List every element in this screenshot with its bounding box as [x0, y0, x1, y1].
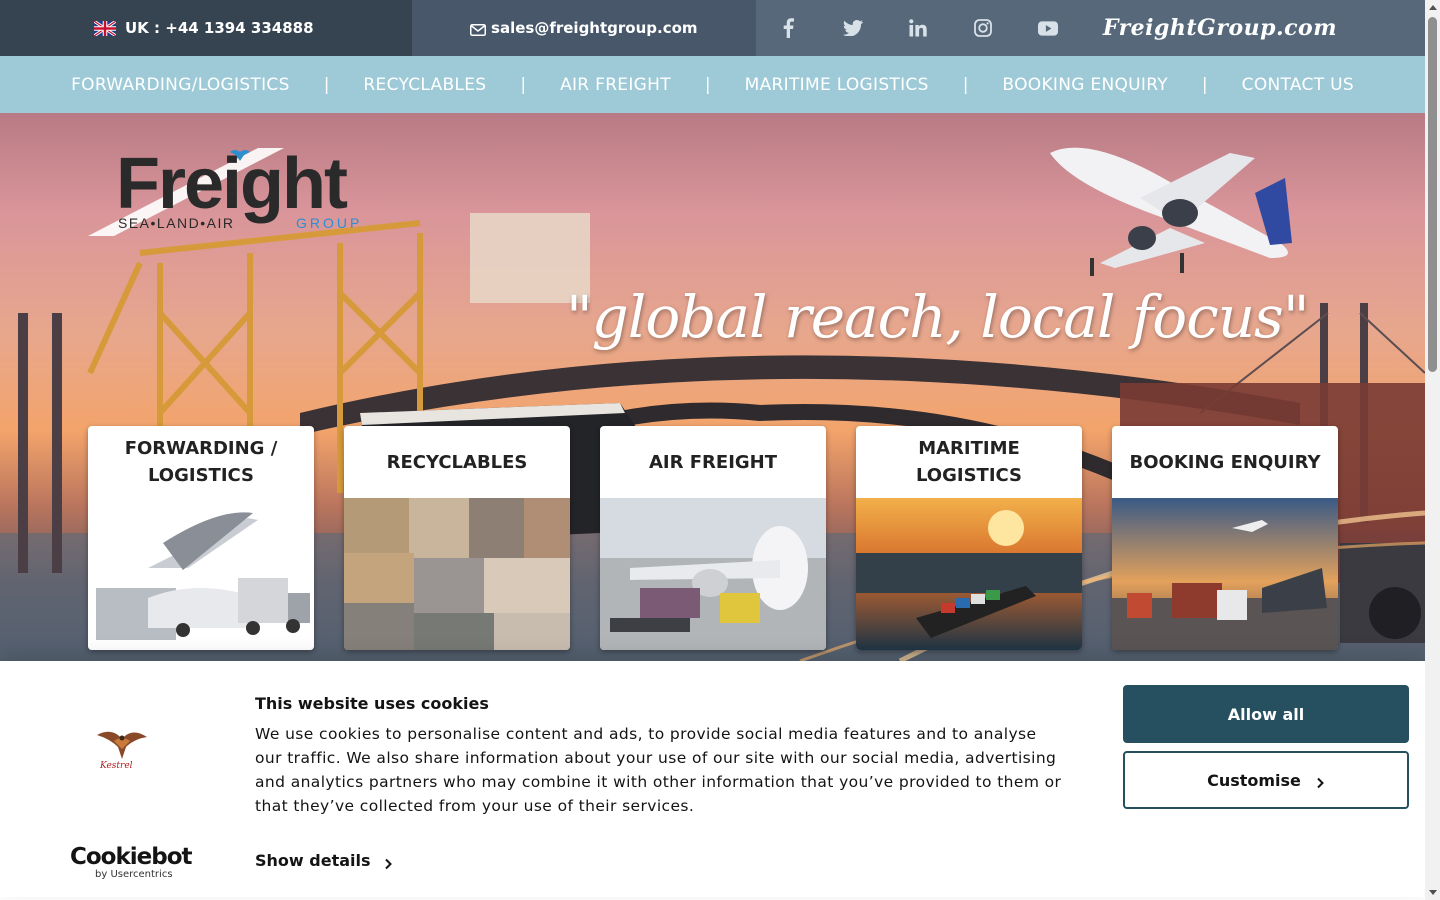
show-details-label: Show details — [255, 851, 371, 870]
show-details-link[interactable]: Show details — [255, 851, 393, 870]
social-links: FreightGroup.com — [755, 0, 1425, 56]
card-title: BOOKING ENQUIRY — [1129, 451, 1321, 473]
main-nav: FORWARDING/LOGISTICS | RECYCLABLES | AIR… — [0, 56, 1425, 113]
nav-maritime-logistics[interactable]: MARITIME LOGISTICS — [745, 75, 929, 95]
site-brand[interactable]: FreightGroup.com — [1103, 15, 1337, 41]
card-image-aircraft-loading — [600, 498, 826, 650]
nav-separator: | — [962, 74, 969, 95]
cookie-consent-banner: Kestrel Cookiebot by Usercentrics This w… — [0, 661, 1425, 897]
cookiebot-name: Cookiebot — [70, 844, 193, 870]
nav-separator: | — [323, 74, 330, 95]
logo-word: Freight — [116, 146, 348, 224]
nav-forwarding-logistics[interactable]: FORWARDING/LOGISTICS — [71, 75, 290, 95]
nav-booking-enquiry[interactable]: BOOKING ENQUIRY — [1002, 75, 1168, 95]
nav-recyclables[interactable]: RECYCLABLES — [363, 75, 486, 95]
page-scrollbar[interactable] — [1425, 0, 1440, 900]
twitter-icon[interactable] — [842, 18, 863, 38]
card-title: FORWARDING / LOGISTICS — [124, 438, 278, 486]
card-title: AIR FREIGHT — [648, 451, 778, 473]
nav-separator: | — [704, 74, 711, 95]
card-maritime-logistics[interactable]: MARITIME LOGISTICS — [856, 426, 1082, 650]
scrollbar-thumb[interactable] — [1428, 17, 1437, 372]
nav-contact-us[interactable]: CONTACT US — [1242, 75, 1354, 95]
allow-all-button[interactable]: Allow all — [1123, 685, 1409, 743]
cookie-description: We use cookies to personalise content an… — [255, 725, 1062, 815]
cookie-title: This website uses cookies — [255, 694, 489, 713]
card-title: RECYCLABLES — [386, 451, 528, 473]
scroll-down-arrow-icon[interactable] — [1425, 885, 1440, 900]
youtube-icon[interactable] — [1037, 18, 1058, 38]
card-image-recycling-bales — [344, 498, 570, 650]
nav-separator: | — [1201, 74, 1208, 95]
card-forwarding-logistics[interactable]: FORWARDING / LOGISTICS — [88, 426, 314, 650]
card-air-freight[interactable]: AIR FREIGHT — [600, 426, 826, 650]
email-contact[interactable]: sales@freightgroup.com — [411, 0, 756, 56]
freight-group-logo[interactable]: Freight SEA•LAND•AIR GROUP — [88, 144, 378, 241]
cookiebot-logo[interactable]: Cookiebot by Usercentrics — [70, 844, 193, 880]
card-image-vehicles — [88, 498, 314, 650]
instagram-icon[interactable] — [973, 18, 993, 38]
card-booking-enquiry[interactable]: BOOKING ENQUIRY — [1112, 426, 1338, 650]
chevron-right-icon — [383, 855, 393, 869]
customise-button[interactable]: Customise — [1123, 751, 1409, 809]
scroll-up-arrow-icon[interactable] — [1425, 0, 1440, 15]
cookiebot-sub: by Usercentrics — [95, 869, 173, 880]
nav-air-freight[interactable]: AIR FREIGHT — [560, 75, 671, 95]
card-image-trucks-plane — [1112, 498, 1338, 650]
card-image-container-port — [856, 498, 1082, 650]
kestrel-logo-text: Kestrel — [100, 761, 133, 771]
top-bar: UK : +44 1394 334888 sales@freightgroup.… — [0, 0, 1425, 56]
logo-tag-right: GROUP — [296, 215, 362, 231]
customise-label: Customise — [1207, 770, 1301, 790]
phone-contact[interactable]: UK : +44 1394 334888 — [0, 0, 412, 56]
envelope-icon — [470, 22, 487, 36]
chevron-right-icon — [1315, 774, 1325, 789]
facebook-icon[interactable] — [778, 18, 798, 38]
uk-flag-icon — [93, 19, 117, 37]
phone-number[interactable]: UK : +44 1394 334888 — [125, 19, 314, 37]
card-title: MARITIME LOGISTICS — [915, 438, 1023, 486]
linkedin-icon[interactable] — [908, 18, 928, 38]
logo-tag-left: SEA•LAND•AIR — [118, 215, 235, 231]
email-address[interactable]: sales@freightgroup.com — [491, 19, 698, 37]
service-cards: FORWARDING / LOGISTICS RECYCLABLES AIR F… — [88, 426, 1368, 650]
hero-banner: Freight SEA•LAND•AIR GROUP "global reach… — [0, 113, 1425, 661]
card-recyclables[interactable]: RECYCLABLES — [344, 426, 570, 650]
nav-separator: | — [520, 74, 527, 95]
hero-tagline: "global reach, local focus" — [566, 283, 1309, 351]
